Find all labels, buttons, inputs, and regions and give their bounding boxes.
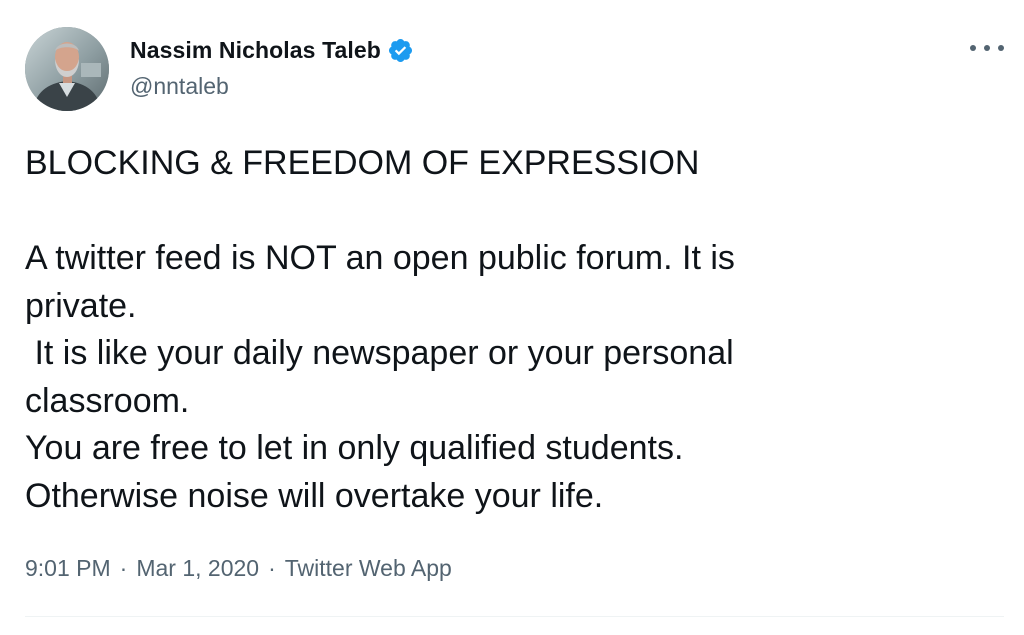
more-dot <box>970 45 976 51</box>
tweet-meta: 9:01 PM · Mar 1, 2020 · Twitter Web App <box>25 555 452 582</box>
tweet-text: BLOCKING & FREEDOM OF EXPRESSION A twitt… <box>25 144 735 515</box>
name-row: Nassim Nicholas Taleb <box>130 34 414 66</box>
divider <box>25 616 1004 617</box>
meta-separator: · <box>268 555 276 581</box>
verified-badge-icon <box>387 37 414 64</box>
tweet-time[interactable]: 9:01 PM <box>25 555 111 582</box>
display-name[interactable]: Nassim Nicholas Taleb <box>130 37 381 64</box>
avatar[interactable] <box>25 27 109 111</box>
more-dot <box>984 45 990 51</box>
avatar-photo <box>25 27 109 111</box>
more-dot <box>998 45 1004 51</box>
more-horizontal-icon[interactable] <box>970 36 1004 60</box>
tweet-date[interactable]: Mar 1, 2020 <box>136 555 259 582</box>
tweet-source[interactable]: Twitter Web App <box>285 555 452 582</box>
user-handle[interactable]: @nntaleb <box>130 73 229 100</box>
meta-separator: · <box>119 555 128 581</box>
tweet-card: Nassim Nicholas Taleb @nntaleb BLOCKING … <box>0 0 1024 635</box>
